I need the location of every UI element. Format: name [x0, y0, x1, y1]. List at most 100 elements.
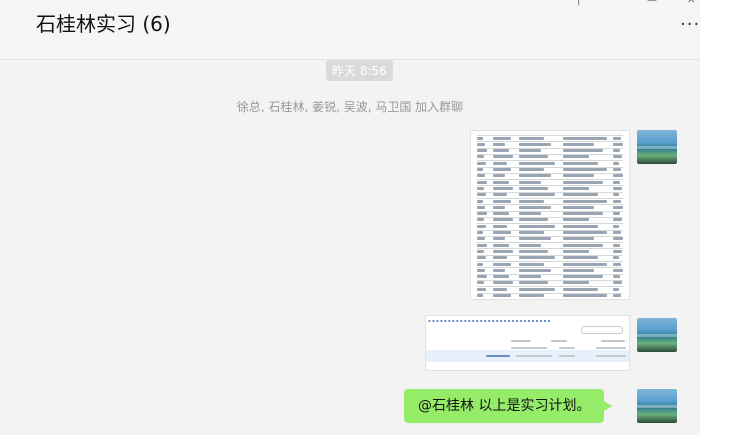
timestamp-badge: 昨天 8:56	[326, 60, 393, 81]
table-cell	[519, 262, 545, 266]
table-cell	[519, 149, 541, 153]
table-cell	[519, 199, 545, 203]
table-cell	[477, 136, 483, 140]
table-cell	[613, 224, 619, 228]
table-cell	[613, 275, 620, 279]
table-cell	[493, 142, 505, 146]
table-cell	[493, 294, 511, 297]
table-cell	[477, 193, 486, 197]
table-cell	[519, 249, 548, 253]
table-cell	[493, 218, 513, 222]
table-cell	[613, 249, 622, 253]
screenshot-line	[516, 355, 552, 357]
table-cell	[613, 262, 621, 266]
table-cell	[519, 205, 552, 209]
table-cell	[493, 205, 505, 209]
table-cell	[613, 193, 619, 197]
table-rule	[477, 261, 623, 262]
table-cell	[613, 237, 623, 241]
table-cell	[519, 268, 552, 272]
table-cell	[613, 142, 623, 146]
table-cell	[563, 231, 607, 234]
screenshot-line	[559, 355, 575, 357]
table-cell	[519, 180, 541, 184]
table-rule	[477, 135, 623, 136]
table-cell	[519, 168, 545, 171]
avatar[interactable]	[637, 130, 677, 164]
table-cell	[493, 275, 509, 279]
table-cell	[477, 218, 484, 222]
table-cell	[477, 205, 485, 209]
table-cell	[477, 281, 484, 285]
table-cell	[563, 249, 590, 253]
minimize-icon[interactable]: —	[647, 0, 657, 6]
table-cell	[613, 205, 623, 209]
table-cell	[493, 268, 505, 272]
avatar[interactable]	[637, 318, 677, 352]
table-cell	[493, 224, 507, 228]
close-icon[interactable]: ✕	[687, 0, 695, 6]
document-table-image[interactable]	[470, 130, 630, 300]
table-cell	[613, 199, 621, 203]
table-cell	[477, 180, 487, 184]
table-cell	[477, 186, 484, 190]
screenshot-line	[601, 340, 625, 342]
avatar[interactable]	[637, 389, 677, 423]
table-cell	[563, 212, 603, 216]
table-cell	[563, 199, 607, 203]
screenshot-image[interactable]: ▪ ▪ ▪ ▪ ▪ ▪ ▪ ▪ ▪ ▪ ▪ ▪ ▪ ▪ ▪ ▪ ▪ ▪ ▪ ▪ …	[425, 315, 630, 371]
table-cell	[493, 168, 511, 171]
table-cell	[519, 155, 548, 159]
table-cell	[613, 294, 621, 297]
table-cell	[477, 243, 487, 247]
table-cell	[563, 256, 599, 260]
table-cell	[493, 262, 511, 266]
table-cell	[563, 193, 599, 197]
table-cell	[493, 186, 513, 190]
table-cell	[493, 281, 513, 285]
table-cell	[477, 224, 486, 228]
table-cell	[563, 287, 599, 291]
table-cell	[519, 218, 548, 222]
table-cell	[519, 231, 545, 234]
text-message-bubble[interactable]: @石桂林 以上是实习计划。	[404, 389, 613, 423]
table-rule	[477, 242, 623, 244]
table-cell	[493, 249, 513, 253]
table-cell	[519, 186, 548, 190]
table-cell	[477, 161, 486, 165]
table-cell	[477, 287, 486, 291]
table-cell	[477, 275, 487, 279]
table-cell	[613, 136, 621, 140]
table-cell	[493, 149, 509, 153]
table-cell	[563, 136, 607, 140]
table-cell	[519, 237, 552, 241]
table-cell	[613, 186, 622, 190]
table-cell	[493, 231, 511, 234]
table-cell	[519, 287, 555, 291]
screenshot-breadcrumb: ▪ ▪ ▪ ▪ ▪ ▪ ▪ ▪ ▪ ▪ ▪ ▪ ▪ ▪ ▪ ▪ ▪ ▪ ▪ ▪ …	[428, 318, 551, 323]
table-cell	[563, 243, 603, 247]
table-cell	[563, 268, 594, 272]
table-cell	[563, 281, 590, 285]
more-options-icon[interactable]: ···	[680, 14, 700, 35]
table-cell	[519, 243, 541, 247]
table-cell	[563, 180, 603, 184]
table-cell	[519, 161, 555, 165]
table-cell	[493, 161, 507, 165]
table-cell	[477, 168, 483, 171]
table-cell	[493, 237, 505, 241]
screenshot-line	[551, 340, 567, 342]
right-gutter	[700, 0, 735, 445]
table-cell	[563, 142, 594, 146]
table-rule	[477, 198, 623, 199]
table-cell	[493, 287, 507, 291]
table-cell	[563, 155, 590, 159]
table-cell	[563, 174, 594, 178]
table-cell	[493, 212, 509, 216]
table-cell	[477, 262, 483, 266]
table-cell	[519, 136, 545, 140]
table-cell	[613, 243, 620, 247]
table-cell	[519, 212, 541, 216]
table-cell	[563, 218, 590, 222]
table-cell	[563, 262, 607, 266]
